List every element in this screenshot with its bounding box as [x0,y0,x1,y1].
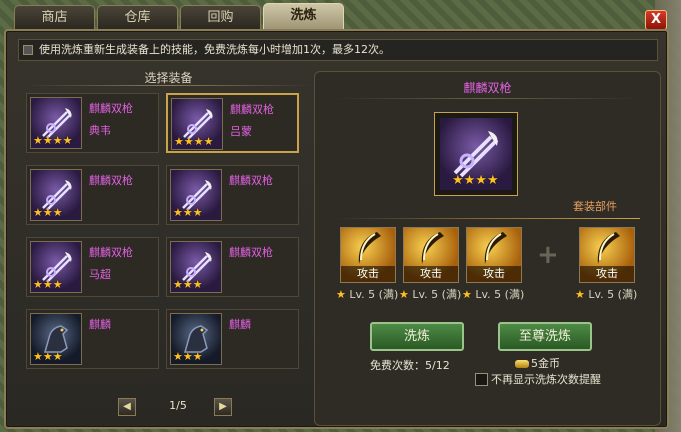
list-title: 选择装备 [144,71,193,85]
title-divider [26,85,311,86]
title-divider [335,98,640,99]
equipment-list-panel: 选择装备 ★★★★ 麒麟双枪 典韦 ★★★★ 麒麟双枪 吕蒙 ★★★ 麒麟双枪 ★★★ 麒麟双枪 ★… [26,67,311,416]
refine-window: 使用洗炼重新生成装备上的技能，免费洗炼每小时增加1次，最多12次。 选择装备 ★… [4,29,669,429]
page-indicator: 1/5 [169,399,187,412]
cost-text: 5金币 [531,357,560,370]
refine-detail-panel: 麒麟双枪 ★★★★ 套装部件 攻击 ★ Lv. 5 (满) 攻击 ★ Lv. 5 (满… [314,71,661,426]
part-level-text: Lv. 5 (满) [588,288,638,301]
selected-item-slot: ★★★★ [434,112,518,196]
tab-bar: 商店 仓库 回购 洗炼 [14,3,346,29]
twin-spear-icon: ★★★★ [30,97,82,149]
equipment-card[interactable]: ★★★ 麒麟双枪 [26,165,159,225]
no-remind-checkbox[interactable]: 不再显示洗炼次数提醒 [475,373,601,387]
card-stars: ★★★★ [33,134,73,147]
tab-shop[interactable]: 商店 [14,5,95,29]
item-stars: ★★★★ [452,173,499,188]
blade-slash-icon [358,232,381,264]
card-item-name: 麒麟 [229,318,251,331]
equipment-card[interactable]: ★★★ 麒麟双枪 [166,165,299,225]
card-stars: ★★★ [33,350,63,363]
twin-spear-icon: ★★★ [170,169,222,221]
part-label: 攻击 [580,266,634,282]
card-item-name: 麒麟双枪 [89,246,133,259]
card-stars: ★★★ [173,278,203,291]
tab-warehouse[interactable]: 仓库 [97,5,178,29]
star-icon: ★ [399,288,409,301]
card-hero-name: 马超 [89,268,111,281]
blade-slash-icon [484,232,507,264]
checkbox-box[interactable] [475,373,488,386]
set-part-slot[interactable]: 攻击 [403,227,459,283]
card-item-name: 麒麟双枪 [229,174,273,187]
part-label: 攻击 [404,266,458,282]
next-page-button[interactable]: ▶ [214,398,232,416]
star-icon: ★ [336,288,346,301]
card-stars: ★★★ [173,206,203,219]
gold-ingot-icon [515,360,529,368]
tip-text: 使用洗炼重新生成装备上的技能，免费洗炼每小时增加1次，最多12次。 [39,43,390,56]
twin-spear-icon: ★★★ [170,241,222,293]
part-level: ★ Lv. 5 (满) [399,286,461,302]
no-remind-label: 不再显示洗炼次数提醒 [491,373,601,386]
card-item-name: 麒麟 [89,318,111,331]
premium-wash-button[interactable]: 至尊洗炼 [498,322,592,351]
blade-slash-icon [597,232,620,264]
set-part-slot[interactable]: 攻击 [466,227,522,283]
card-stars: ★★★★ [174,135,214,148]
card-item-name: 麒麟双枪 [89,102,133,115]
info-tip: 使用洗炼重新生成装备上的技能，免费洗炼每小时增加1次，最多12次。 [18,39,658,61]
twin-spear-icon: ★★★ [30,241,82,293]
equipment-card[interactable]: ★★★ 麒麟 [166,309,299,369]
card-stars: ★★★ [33,206,63,219]
prev-page-button[interactable]: ◀ [118,398,136,416]
part-level: ★ Lv. 5 (满) [462,286,524,302]
set-parts-label: 套装部件 [573,200,617,213]
card-hero-name: 吕蒙 [230,125,252,138]
tab-refine[interactable]: 洗炼 [263,3,344,29]
card-item-name: 麒麟双枪 [89,174,133,187]
equipment-card[interactable]: ★★★★ 麒麟双枪典韦 [26,93,159,153]
card-stars: ★★★ [33,278,63,291]
part-level: ★ Lv. 5 (满) [336,286,398,302]
card-stars: ★★★ [173,350,203,363]
part-label: 攻击 [341,266,395,282]
card-item-name: 麒麟双枪 [229,246,273,259]
qilin-mount-icon: ★★★ [170,313,222,365]
card-hero-name: 典韦 [89,124,111,137]
part-label: 攻击 [467,266,521,282]
plus-icon: + [537,240,559,270]
equipment-card[interactable]: ★★★ 麒麟双枪 [166,237,299,297]
part-level: ★ Lv. 5 (满) [575,286,637,302]
wash-button[interactable]: 洗炼 [370,322,464,351]
free-count: 免费次数：5/12 [370,359,450,372]
set-part-slot[interactable]: 攻击 [579,227,635,283]
qilin-mount-icon: ★★★ [30,313,82,365]
info-icon [23,45,33,55]
star-icon: ★ [575,288,585,301]
equipment-card[interactable]: ★★★ 麒麟 [26,309,159,369]
twin-spear-icon: ★★★★ [171,98,223,150]
twin-spear-icon: ★★★ [30,169,82,221]
item-title: 麒麟双枪 [463,81,512,95]
pager: ◀ 1/5 ▶ [118,398,238,416]
set-part-slot[interactable]: 攻击 [340,227,396,283]
equipment-card[interactable]: ★★★ 麒麟双枪马超 [26,237,159,297]
equipment-card[interactable]: ★★★★ 麒麟双枪吕蒙 [166,93,299,153]
close-button[interactable]: X [645,10,667,30]
part-level-text: Lv. 5 (满) [475,288,525,301]
star-icon: ★ [462,288,472,301]
blade-slash-icon [421,232,444,264]
tab-buyback[interactable]: 回购 [180,5,261,29]
set-divider [335,218,640,219]
part-level-text: Lv. 5 (满) [349,288,399,301]
part-level-text: Lv. 5 (满) [412,288,462,301]
cost-label: 5金币 [515,355,560,371]
card-item-name: 麒麟双枪 [230,103,274,116]
twin-spear-icon: ★★★★ [440,118,512,190]
